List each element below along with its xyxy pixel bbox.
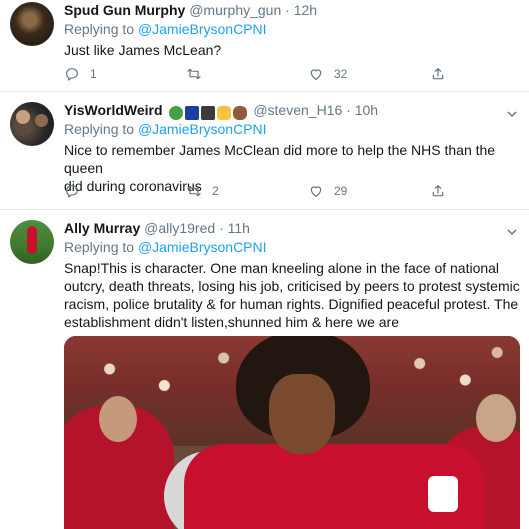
timestamp[interactable]: 10h: [355, 102, 378, 118]
replying-to: Replying to @JamieBrysonCPNI: [64, 21, 267, 37]
timestamp[interactable]: 12h: [294, 2, 317, 18]
avatar[interactable]: [10, 220, 54, 264]
replying-to: Replying to @JamieBrysonCPNI: [64, 239, 267, 255]
like-button[interactable]: 29: [308, 183, 347, 199]
chevron-down-icon: [507, 111, 517, 118]
photo-jersey-patch: [428, 476, 458, 512]
tweet-3[interactable]: Ally Murray @ally19red · 11h Replying to…: [0, 210, 529, 529]
share-button[interactable]: [430, 183, 456, 199]
mention-link[interactable]: @JamieBrysonCPNI: [138, 121, 267, 137]
tweet-header: Spud Gun Murphy @murphy_gun · 12h: [64, 2, 317, 18]
tweet-text: Snap!This is character. One man kneeling…: [64, 259, 520, 331]
share-icon: [432, 68, 444, 80]
display-name[interactable]: Ally Murray: [64, 220, 140, 236]
user-handle[interactable]: @ally19red: [144, 220, 215, 236]
user-handle[interactable]: @steven_H16: [253, 102, 342, 118]
retweet-icon: [187, 185, 201, 197]
display-name[interactable]: YisWorldWeird: [64, 102, 163, 118]
tweet-text-line: Snap!This is character. One man kneeling…: [64, 260, 500, 276]
tweet-text-line: racism, police brutality & for human rig…: [64, 296, 519, 312]
reply-icon: [66, 185, 78, 198]
share-button[interactable]: [430, 66, 456, 82]
tweet-1[interactable]: Spud Gun Murphy @murphy_gun · 12h Replyi…: [0, 0, 529, 92]
raised-fist-icon: [233, 106, 248, 121]
retweet-button[interactable]: 2: [186, 183, 219, 199]
photo-kneeling-player-face: [269, 374, 335, 454]
avatar[interactable]: [10, 102, 54, 146]
timestamp[interactable]: 11h: [228, 220, 250, 236]
photo-player-left-head: [99, 396, 137, 442]
tweet-text-line: establishment didn't listen,shunned him …: [64, 314, 399, 330]
reply-button[interactable]: [64, 183, 90, 199]
movie-camera-icon: [201, 106, 216, 121]
tweet-header: Ally Murray @ally19red · 11h: [64, 220, 250, 236]
tweet-media-photo[interactable]: [64, 336, 520, 529]
share-icon: [432, 185, 444, 197]
tweet-text-line: Nice to remember James McClean did more …: [64, 142, 496, 176]
display-name[interactable]: Spud Gun Murphy: [64, 2, 185, 18]
mention-link[interactable]: @JamieBrysonCPNI: [138, 21, 267, 37]
heart-icon: [310, 69, 322, 80]
reply-icon: [66, 68, 78, 81]
like-count: 32: [334, 67, 348, 81]
shamrock-icon: [169, 106, 184, 121]
replying-to-label: Replying to: [64, 121, 138, 137]
retweet-button[interactable]: [186, 66, 212, 82]
more-options-button[interactable]: [507, 106, 517, 118]
photo-player-right-head: [476, 394, 516, 442]
tweet-2[interactable]: YisWorldWeird @steven_H16 · 10h Replying…: [0, 92, 529, 210]
retweet-icon: [187, 68, 201, 80]
replying-to-label: Replying to: [64, 239, 138, 255]
retweet-count: 2: [212, 184, 219, 198]
tweet-text: Just like James McLean?: [64, 42, 222, 58]
reply-button[interactable]: 1: [64, 66, 97, 82]
like-button[interactable]: 32: [308, 66, 347, 82]
tweet-header: YisWorldWeird @steven_H16 · 10h: [64, 102, 378, 121]
eu-flag-icon: [185, 106, 200, 121]
replying-to: Replying to @JamieBrysonCPNI: [64, 121, 267, 137]
avatar[interactable]: [10, 2, 54, 46]
more-options-button[interactable]: [507, 224, 517, 236]
separator-dot: ·: [219, 220, 224, 236]
name-emojis: [169, 104, 249, 121]
rock-hand-icon: [217, 106, 232, 121]
like-count: 29: [334, 184, 348, 198]
tweet-text: Nice to remember James McClean did more …: [64, 141, 529, 195]
separator-dot: ·: [285, 2, 290, 18]
replying-to-label: Replying to: [64, 21, 138, 37]
separator-dot: ·: [346, 102, 351, 118]
mention-link[interactable]: @JamieBrysonCPNI: [138, 239, 267, 255]
user-handle[interactable]: @murphy_gun: [189, 2, 281, 18]
tweet-text-line: did during coronavirus: [64, 178, 202, 194]
chevron-down-icon: [507, 229, 517, 236]
reply-count: 1: [90, 67, 97, 81]
tweet-text-line: outcry, death threats, losing his job, c…: [64, 278, 520, 294]
heart-icon: [310, 186, 322, 197]
